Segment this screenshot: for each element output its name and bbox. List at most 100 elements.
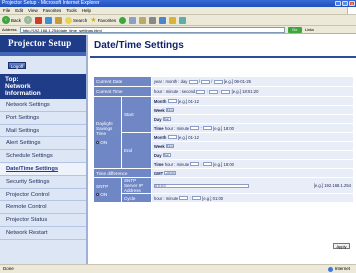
print-icon[interactable] [149, 16, 157, 24]
dst-start-day-cell: Day Sun [150, 114, 355, 124]
start-hour-input[interactable] [190, 126, 200, 131]
forward-button[interactable]: › [24, 16, 33, 24]
time-difference-label: Time difference [93, 168, 152, 178]
sidebar-item-mail-settings[interactable]: Mail Settings [0, 125, 86, 138]
gmt-select[interactable]: +00:00 [164, 171, 177, 176]
dst-end-week-cell: Week First [150, 141, 355, 151]
search-button[interactable]: Search [65, 16, 88, 24]
sidebar-item-network-settings[interactable]: Network Settings [0, 99, 86, 112]
start-day-select[interactable]: Sun [162, 117, 171, 122]
cycle-minute-input[interactable] [191, 196, 201, 201]
current-date-example: [e.g.] 08-01-25 [223, 79, 251, 84]
address-input[interactable]: http://192.168.1.254/date_time_settings.… [19, 26, 285, 33]
current-time-cell: hour : minute : second : : [e.g.] 18:01:… [150, 86, 355, 97]
stop-icon[interactable] [35, 16, 43, 24]
favorites-label: Favorites [97, 17, 117, 23]
logoff-button[interactable]: Logoff [8, 62, 26, 69]
sidebar-item-port-settings[interactable]: Port Settings [0, 112, 86, 125]
back-label: Back [11, 17, 22, 23]
sntp-server-input[interactable]: 0.0.0.0 [153, 183, 249, 188]
window-title: Projector Setup - Microsoft Internet Exp… [2, 0, 100, 6]
favorites-button[interactable]: ★ Favorites [90, 16, 116, 24]
sidebar-item-network-restart[interactable]: Network Restart [0, 227, 86, 240]
sidebar-item-projector-control[interactable]: Projector Control [0, 189, 86, 202]
end-hour-input[interactable] [190, 162, 200, 167]
dst-end-month-cell: Month [e.g.] 01-12 [150, 132, 355, 142]
search-icon [65, 16, 73, 24]
menu-help[interactable]: Help [82, 8, 91, 13]
hour-input[interactable] [196, 89, 206, 94]
go-button[interactable]: Go [287, 26, 302, 33]
end-day-label: Day [153, 152, 162, 158]
dst-on-radio[interactable] [96, 140, 99, 144]
current-date-cell: year : month : day / / [e.g.] 08-01-25 [150, 76, 355, 87]
current-time-label: Current Time [93, 86, 152, 97]
sntp-server-label: SNTP Server IP Address [120, 177, 152, 194]
security-zone: Internet [327, 265, 356, 273]
minute-input[interactable] [208, 89, 218, 94]
sntp-cycle-example: [e.g.] 01:00 [202, 195, 224, 201]
current-time-example: [e.g.] 18:01:20 [231, 89, 259, 94]
edit-icon[interactable] [159, 16, 167, 24]
refresh-icon[interactable] [45, 16, 53, 24]
close-button[interactable]: × [349, 1, 355, 6]
end-month-input[interactable] [167, 135, 177, 140]
messenger-icon[interactable] [179, 16, 187, 24]
dst-label-cell: Daylight Savings Time ON [93, 96, 122, 169]
sntp-cycle-format: hour : minute [153, 195, 179, 201]
back-button[interactable]: ‹ Back [2, 16, 21, 24]
star-icon: ★ [90, 17, 97, 24]
start-month-label: Month [153, 98, 167, 104]
menu-tools[interactable]: Tools [66, 8, 77, 13]
page-title: Date/Time Settings [94, 40, 184, 51]
start-month-input[interactable] [167, 99, 177, 104]
media-icon[interactable] [119, 16, 127, 24]
nav-top-line-1: Top: [5, 76, 19, 83]
history-icon[interactable] [129, 16, 137, 24]
sntp-on-label: ON [100, 191, 108, 197]
main-panel: Date/Time Settings Current Date year : m… [90, 35, 356, 264]
search-label: Search [73, 17, 88, 23]
nav-top-network-information[interactable]: Top: Network Information [0, 74, 86, 99]
sidebar-item-alert-settings[interactable]: Alert Settings [0, 137, 86, 151]
end-month-label: Month [153, 134, 167, 140]
zone-label: Internet [334, 266, 350, 271]
dst-start-month-row: Daylight Savings Time ON Start Month [e.… [93, 96, 355, 169]
maximize-button[interactable]: □ [342, 1, 348, 6]
folder-icon[interactable] [169, 16, 177, 24]
dst-end-label: End [120, 132, 152, 169]
windows-logo-icon [347, 7, 356, 14]
menu-file[interactable]: File [3, 8, 10, 13]
start-minute-input[interactable] [202, 126, 212, 131]
minimize-button[interactable]: _ [335, 1, 341, 6]
year-input[interactable] [188, 79, 198, 84]
menu-edit[interactable]: Edit [15, 8, 23, 13]
sntp-label: SNTP [96, 183, 109, 189]
menu-favorites[interactable]: Favorites [43, 8, 62, 13]
start-week-select[interactable]: First [165, 108, 174, 113]
month-input[interactable] [201, 79, 211, 84]
time-difference-row: Time difference GMT +00:00 [93, 168, 355, 178]
sidebar-item-security-settings[interactable]: Security Settings [0, 176, 86, 189]
start-week-label: Week [153, 107, 165, 113]
links-button[interactable]: Links [305, 27, 314, 32]
end-day-select[interactable]: Sun [162, 153, 171, 158]
sidebar-item-remote-control[interactable]: Remote Control [0, 201, 86, 215]
sidebar-item-schedule-settings[interactable]: Schedule Settings [0, 150, 86, 163]
sidebar-item-projector-status[interactable]: Projector Status [0, 214, 86, 227]
end-week-select[interactable]: First [165, 144, 174, 149]
day-input[interactable] [213, 79, 223, 84]
sntp-cycle-row: Cycle hour : minute : [e.g.] 01:00 [94, 193, 355, 203]
sntp-on-radio[interactable] [96, 192, 99, 196]
apply-button[interactable]: Apply [333, 243, 350, 249]
home-icon[interactable] [55, 16, 63, 24]
menu-view[interactable]: View [28, 8, 38, 13]
mail-icon[interactable] [139, 16, 147, 24]
nav-top-line-2: Network [5, 83, 31, 90]
second-input[interactable] [221, 89, 231, 94]
end-minute-input[interactable] [202, 162, 212, 167]
cycle-hour-input[interactable] [179, 196, 189, 201]
end-time-example: [e.g.] 18:00 [213, 161, 234, 167]
toolbar: ‹ Back › Search ★ Favorites [0, 15, 356, 26]
sidebar-item-date-time-settings[interactable]: Date/Time Settings [0, 162, 86, 176]
